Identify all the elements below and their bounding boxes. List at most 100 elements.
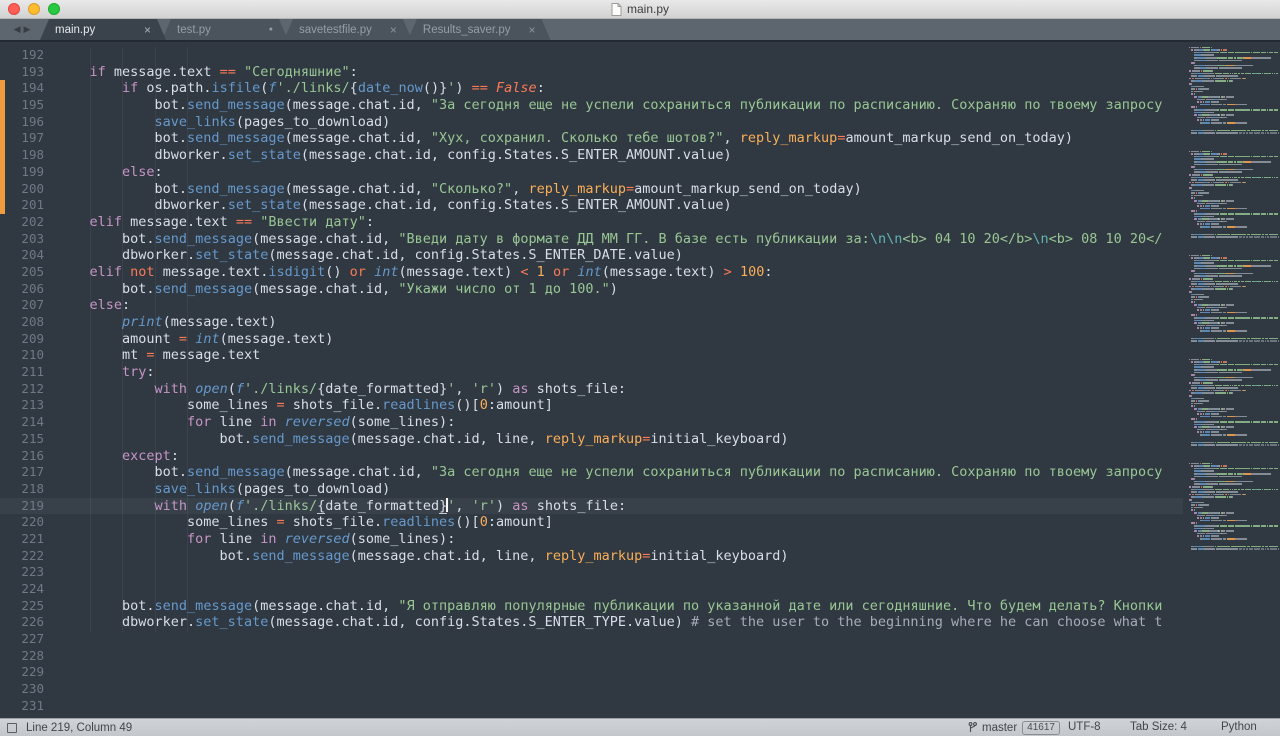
tab-scroll-controls: ◀ ▶ bbox=[0, 19, 44, 40]
code-line-208: 208 print(message.text) bbox=[0, 314, 1280, 331]
git-branch-name: master bbox=[982, 721, 1018, 734]
code-line-231: 231 bbox=[0, 698, 1280, 715]
code-line-213: 213 some_lines = shots_file.readlines()[… bbox=[0, 397, 1280, 414]
git-branch-icon bbox=[968, 721, 977, 732]
code-line-211: 211 try: bbox=[0, 364, 1280, 381]
code-line-197: 197 bot.send_message(message.chat.id, "Х… bbox=[0, 130, 1280, 147]
code-line-218: 218 save_links(pages_to_download) bbox=[0, 481, 1280, 498]
code-line-205: 205 elif not message.text.isdigit() or i… bbox=[0, 264, 1280, 281]
tab-scroll-left-button[interactable]: ◀ bbox=[14, 24, 21, 35]
line-number: 210 bbox=[21, 347, 44, 363]
line-number: 221 bbox=[21, 530, 44, 546]
code-line-215: 215 bot.send_message(message.chat.id, li… bbox=[0, 431, 1280, 448]
code-line-207: 207 else: bbox=[0, 297, 1280, 314]
line-number: 206 bbox=[21, 280, 44, 296]
code-line-214: 214 for line in reversed(some_lines): bbox=[0, 414, 1280, 431]
line-number: 227 bbox=[21, 631, 44, 647]
tab-label: test.py bbox=[177, 23, 211, 36]
code-line-223: 223 bbox=[0, 564, 1280, 581]
tab-close-icon[interactable]: × bbox=[528, 25, 535, 35]
line-number: 230 bbox=[21, 681, 44, 697]
code-line-194: 194 if os.path.isfile(f'./links/{date_no… bbox=[0, 80, 1280, 97]
line-number: 193 bbox=[21, 63, 44, 79]
code-line-192: 192 bbox=[0, 47, 1280, 64]
code-line-195: 195 bot.send_message(message.chat.id, "З… bbox=[0, 97, 1280, 114]
cursor-position: Line 219, Column 49 bbox=[26, 721, 133, 734]
line-number: 226 bbox=[21, 614, 44, 630]
line-number: 197 bbox=[21, 130, 44, 146]
line-number: 228 bbox=[21, 647, 44, 663]
code-line-200: 200 bot.send_message(message.chat.id, "С… bbox=[0, 181, 1280, 198]
tab-label: savetestfile.py bbox=[299, 23, 372, 36]
encoding-indicator: UTF-8 bbox=[1068, 721, 1101, 733]
zoom-window-button[interactable] bbox=[48, 3, 60, 15]
line-number: 219 bbox=[21, 497, 44, 513]
line-number: 224 bbox=[21, 581, 44, 596]
line-number: 209 bbox=[21, 330, 44, 346]
line-number: 208 bbox=[21, 314, 44, 329]
line-number: 214 bbox=[21, 414, 44, 430]
tab-close-icon[interactable]: × bbox=[390, 25, 397, 35]
line-number: 201 bbox=[21, 197, 44, 213]
tab-Results_saver.py[interactable]: Results_saver.py × bbox=[408, 19, 551, 40]
tab-test.py[interactable]: test.py ● bbox=[162, 19, 288, 40]
code-line-202: 202 elif message.text == "Ввести дату": bbox=[0, 214, 1280, 231]
line-number: 212 bbox=[21, 380, 44, 396]
tab-main.py[interactable]: main.py × bbox=[40, 19, 166, 40]
code-line-196: 196 save_links(pages_to_download) bbox=[0, 114, 1280, 131]
line-number: 216 bbox=[21, 447, 44, 463]
code-line-212: 212 with open(f'./links/{date_formatted}… bbox=[0, 381, 1280, 398]
code-line-217: 217 bot.send_message(message.chat.id, "З… bbox=[0, 464, 1280, 481]
line-number: 231 bbox=[21, 697, 44, 713]
line-number: 229 bbox=[21, 664, 44, 680]
tab-scroll-right-button[interactable]: ▶ bbox=[24, 24, 31, 35]
document-icon bbox=[611, 2, 622, 16]
code-line-210: 210 mt = message.text bbox=[0, 347, 1280, 364]
code-line-203: 203 bot.send_message(message.chat.id, "В… bbox=[0, 231, 1280, 248]
code-line-201: 201 dbworker.set_state(message.chat.id, … bbox=[0, 197, 1280, 214]
line-number: 213 bbox=[21, 397, 44, 413]
code-line-206: 206 bot.send_message(message.chat.id, "У… bbox=[0, 281, 1280, 298]
code-line-229: 229 bbox=[0, 664, 1280, 681]
line-number: 199 bbox=[21, 163, 44, 179]
tab-bar-tabs: main.py × test.py ● savetestfile.py × Results_… bbox=[44, 19, 550, 40]
line-number: 207 bbox=[21, 297, 44, 313]
line-number: 192 bbox=[21, 47, 44, 62]
minimize-window-button[interactable] bbox=[28, 3, 40, 15]
code-line-219: 219 with open(f'./links/{date_formatted}… bbox=[0, 497, 1280, 515]
line-number: 218 bbox=[21, 480, 44, 496]
title-bar: main.py bbox=[0, 0, 1280, 19]
git-gutter-modified-marker bbox=[0, 80, 5, 214]
code-line-198: 198 dbworker.set_state(message.chat.id, … bbox=[0, 147, 1280, 164]
panel-toggle-icon[interactable] bbox=[7, 722, 17, 733]
code-line-216: 216 except: bbox=[0, 448, 1280, 465]
minimap[interactable] bbox=[1183, 42, 1280, 718]
code-line-193: 193 if message.text == "Сегодняшние": bbox=[0, 64, 1280, 81]
tab-size-indicator[interactable]: Tab Size: 4 bbox=[1130, 721, 1187, 733]
line-number: 196 bbox=[21, 113, 44, 129]
editor[interactable]: 192 193 if message.text == "Сегодняшние":… bbox=[0, 42, 1280, 718]
code-line-227: 227 bbox=[0, 631, 1280, 648]
window-controls bbox=[8, 3, 60, 15]
line-number: 225 bbox=[21, 597, 44, 613]
tab-label: main.py bbox=[55, 23, 96, 36]
code-area[interactable]: 192 193 if message.text == "Сегодняшние":… bbox=[0, 47, 1280, 715]
line-number: 204 bbox=[21, 247, 44, 263]
close-window-button[interactable] bbox=[8, 3, 20, 15]
tab-bar: ◀ ▶ main.py × test.py ● savetestfile.py × Resu… bbox=[0, 19, 1280, 43]
line-number: 223 bbox=[21, 564, 44, 580]
line-number: 203 bbox=[21, 230, 44, 246]
syntax-indicator[interactable]: Python bbox=[1221, 721, 1257, 733]
code-line-204: 204 dbworker.set_state(message.chat.id, … bbox=[0, 247, 1280, 264]
tab-close-icon[interactable]: × bbox=[144, 25, 151, 35]
code-line-221: 221 for line in reversed(some_lines): bbox=[0, 531, 1280, 548]
window-title: main.py bbox=[626, 2, 670, 16]
line-number: 205 bbox=[21, 263, 44, 279]
tab-label: Results_saver.py bbox=[422, 23, 511, 36]
code-line-228: 228 bbox=[0, 648, 1280, 665]
line-number: 217 bbox=[21, 464, 44, 480]
code-line-222: 222 bot.send_message(message.chat.id, li… bbox=[0, 548, 1280, 565]
code-line-226: 226 dbworker.set_state(message.chat.id, … bbox=[0, 614, 1280, 631]
status-bar: Line 219, Column 49 master 41617 UTF-8 T… bbox=[0, 718, 1280, 736]
tab-savetestfile.py[interactable]: savetestfile.py × bbox=[284, 19, 412, 40]
